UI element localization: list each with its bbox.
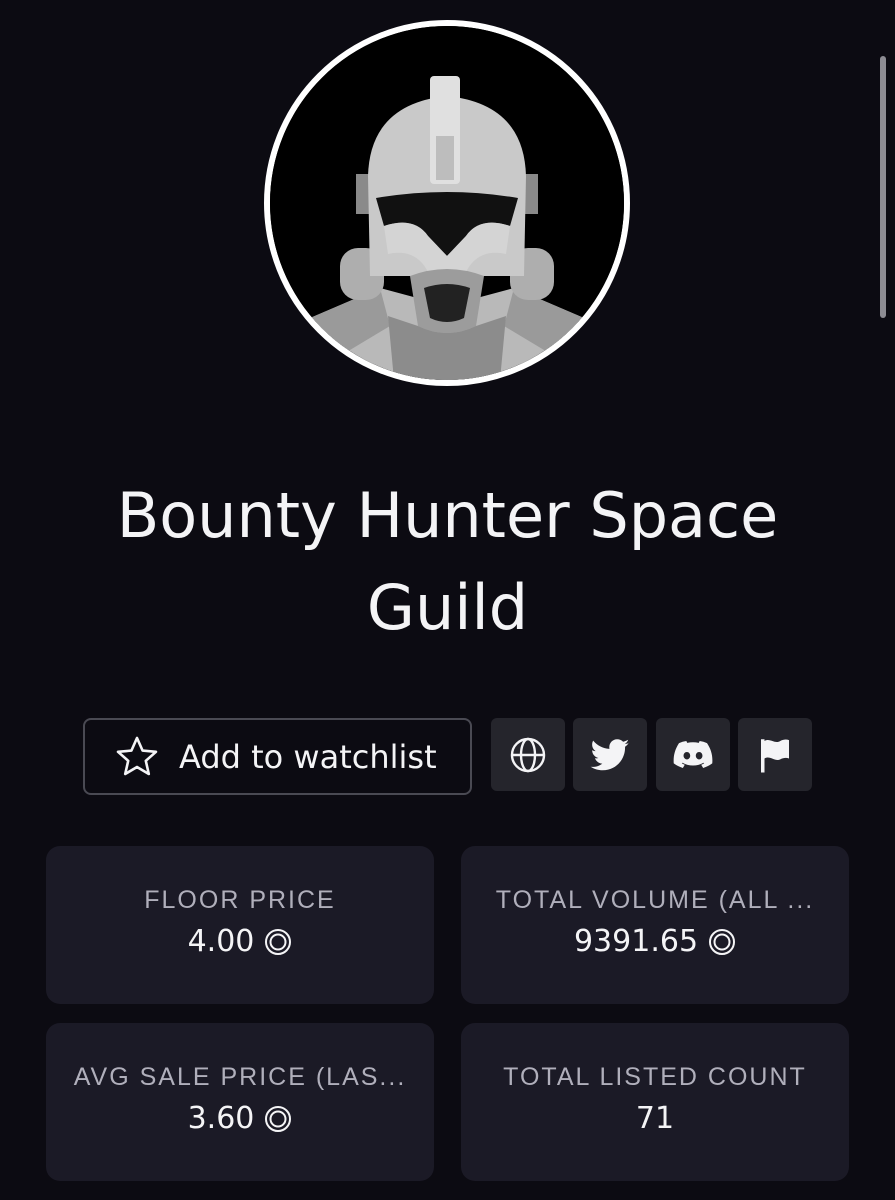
stat-value-row: 3.60 [46, 1101, 434, 1136]
trooper-helmet-avatar [270, 26, 624, 380]
stat-label: TOTAL VOLUME (ALL ... [495, 886, 815, 914]
total-volume-card: TOTAL VOLUME (ALL ... 9391.65 [461, 846, 849, 1004]
stat-value: 4.00 [187, 924, 255, 959]
coin-icon [709, 928, 736, 955]
collection-page: Bounty Hunter Space Guild Add to watchli… [0, 0, 895, 1200]
watchlist-label: Add to watchlist [179, 737, 437, 776]
twitter-link-button[interactable] [573, 718, 647, 791]
stat-value-row: 9391.65 [461, 924, 849, 959]
coin-icon [265, 928, 292, 955]
avg-sale-price-card: AVG SALE PRICE (LAS... 3.60 [46, 1023, 434, 1181]
total-listed-count-card: TOTAL LISTED COUNT 71 [461, 1023, 849, 1181]
twitter-bird-icon [590, 738, 630, 770]
add-to-watchlist-button[interactable]: Add to watchlist [83, 718, 472, 795]
stat-value: 3.60 [187, 1101, 255, 1136]
coin-icon [265, 1105, 292, 1132]
stat-label: AVG SALE PRICE (LAS... [73, 1063, 407, 1091]
collection-title: Bounty Hunter Space Guild [116, 479, 779, 644]
globe-icon [510, 737, 546, 772]
collection-avatar [264, 20, 630, 386]
stat-value: 9391.65 [573, 924, 699, 959]
stat-value-row: 71 [461, 1101, 849, 1136]
stat-label: FLOOR PRICE [144, 886, 336, 914]
discord-icon [673, 740, 713, 768]
floor-price-card: FLOOR PRICE 4.00 [46, 846, 434, 1004]
star-icon [116, 736, 158, 775]
discord-link-button[interactable] [656, 718, 730, 791]
stat-value-row: 4.00 [46, 924, 434, 959]
report-flag-button[interactable] [738, 718, 812, 791]
scrollbar[interactable] [880, 56, 886, 318]
stat-label: TOTAL LISTED COUNT [503, 1063, 807, 1091]
website-link-button[interactable] [491, 718, 565, 791]
stat-value: 71 [635, 1101, 675, 1136]
flag-icon [761, 738, 789, 772]
